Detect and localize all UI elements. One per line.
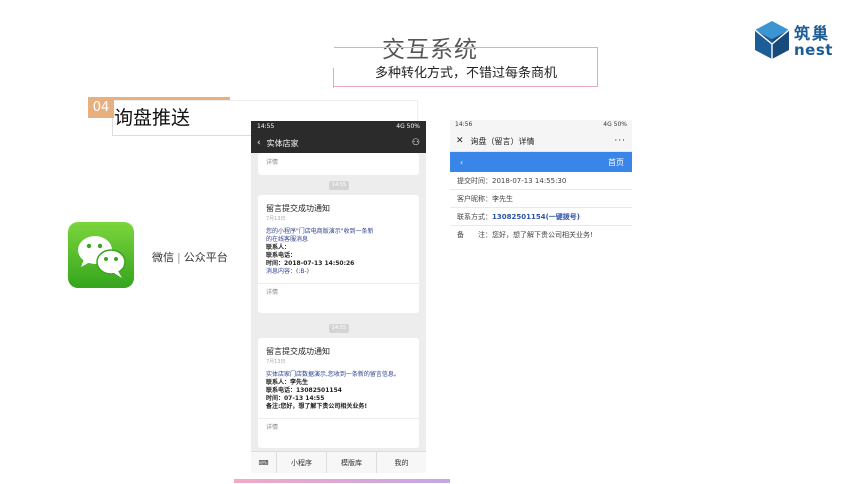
detail-link[interactable]: 详情 [258,153,419,169]
detail-row-time: 提交时间： 2018-07-13 14:55:30 [450,172,632,190]
more-icon[interactable]: ··· [614,136,626,146]
card-line: 联系电话： [266,252,297,259]
slide-subtitle: 多种转化方式，不错过每条商机 [374,66,557,81]
one-click-dial-link[interactable]: (一键拨号) [546,212,580,222]
card-title: 留言提交成功通知 [266,347,330,356]
section-title: 询盘推送 [114,107,191,129]
back-arrow-icon[interactable]: ‹ [257,138,261,148]
detail-link[interactable]: 详情 [258,283,419,299]
section-number: 04 [88,97,114,118]
card-line: 联系人： [266,244,291,251]
keyboard-icon[interactable]: ⌨ [251,452,277,473]
wechat-bubbles-icon [78,236,126,278]
chat-title: 实体店家 [266,138,299,148]
menu-tab-mine[interactable]: 我的 [377,452,426,473]
message-card[interactable]: 留言提交成功通知 7月13日 实体店家门店数据演示,您收到一条新的留言信息。 联… [258,338,419,448]
detail-title: 询盘（留言）详情 [470,136,535,146]
inquiry-detail-screenshot: 14:56 4G 50% ✕ 询盘（留言）详情 ··· ‹ 首页 提交时间： 20… [450,120,632,244]
status-bar: 14:55 4G 50% [251,121,426,133]
decorative-gradient-bar [234,479,450,483]
card-title: 留言提交成功通知 [266,204,330,213]
person-icon[interactable]: ⚇ [412,138,420,148]
bottom-menu-bar: ⌨ 小程序 模版库 我的 [251,451,426,473]
close-icon[interactable]: ✕ [456,136,464,146]
detail-row-note: 备 注： 您好，想了解下贵公司相关业务! [457,231,593,239]
message-card-partial[interactable]: 详情 [258,153,419,175]
cube-logo-icon [754,21,790,59]
detail-nav-bar: ✕ 询盘（留言）详情 ··· [450,131,632,152]
menu-tab-miniprogram[interactable]: 小程序 [277,452,327,473]
logo-en-text: nest [794,41,833,59]
card-line: 实体店家门店数据演示,您收到一条新的留言信息。 [266,371,400,378]
detail-row-phone: 联系方式： 13082501154 (一键拨号) [450,208,632,226]
wechat-chat-screenshot: 14:55 4G 50% ‹ 实体店家 ⚇ 详情 14:55 留言提交成功通知 … [251,121,426,473]
card-line: 联系人：李先生 [266,379,309,386]
chat-nav-bar: ‹ 实体店家 ⚇ [251,133,426,153]
wechat-icon [68,222,134,288]
card-line: 备注:您好，想了解下贵公司相关业务! [266,403,368,410]
back-chevron-icon[interactable]: ‹ [460,158,463,167]
status-bar: 14:56 4G 50% [450,120,632,131]
card-line: 消息内容：(:B-) [266,268,309,275]
wechat-platform-label: 微信 | 公众平台 [152,251,228,264]
card-line: 时间：2018-07-13 14:50:26 [266,260,355,267]
message-timestamp: 14:55 [329,181,349,190]
detail-row-name: 客户昵称： 李先生 [450,190,632,208]
card-line: 联系电话：13082501154 [266,387,342,394]
menu-tab-templates[interactable]: 模版库 [327,452,377,473]
detail-link[interactable]: 详情 [258,418,419,434]
nest-logo: 筑巢 nest [754,20,844,62]
card-line: 您的小程序"门店电商版演示"收到一条新 [266,228,374,235]
blue-header-bar: ‹ 首页 [450,152,632,172]
card-date: 7月13日 [266,359,286,365]
message-card[interactable]: 留言提交成功通知 7月13日 您的小程序"门店电商版演示"收到一条新 的在线客服… [258,195,419,313]
card-line: 的在线客服消息 [266,236,309,243]
card-line: 时间：07-13 14:55 [266,395,325,402]
phone-number[interactable]: 13082501154 [492,213,546,221]
card-date: 7月13日 [266,216,286,222]
message-timestamp: 14:55 [329,324,349,333]
home-link[interactable]: 首页 [608,157,624,168]
